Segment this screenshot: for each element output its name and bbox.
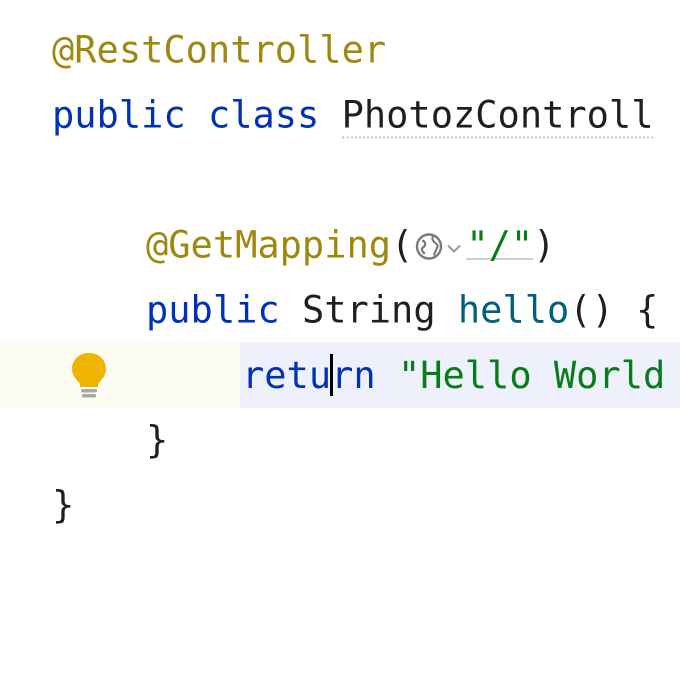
class-closing-brace: } bbox=[52, 483, 75, 527]
mapping-path-string: "/" bbox=[466, 223, 534, 267]
open-paren: ( bbox=[391, 223, 414, 267]
class-name[interactable]: PhotozControll bbox=[341, 93, 654, 139]
code-line-blank[interactable] bbox=[0, 147, 680, 213]
globe-icon bbox=[416, 233, 443, 260]
return-type: String bbox=[301, 288, 436, 332]
method-params-brace: () { bbox=[569, 288, 659, 332]
class-keyword: class bbox=[207, 93, 320, 137]
public-keyword: public bbox=[52, 93, 186, 137]
code-line-6-current[interactable]: return "Hello World bbox=[0, 342, 680, 408]
lightbulb-icon[interactable] bbox=[68, 350, 110, 400]
get-mapping-name: @GetMapping bbox=[146, 223, 392, 267]
close-paren: ) bbox=[533, 223, 556, 267]
method-name: hello bbox=[457, 288, 570, 332]
class-declaration: public class PhotozControll bbox=[52, 93, 654, 139]
code-line-2[interactable]: public class PhotozControll bbox=[0, 82, 680, 148]
chevron-down-icon bbox=[447, 244, 462, 253]
code-line-5[interactable]: public String hello() { bbox=[0, 277, 680, 343]
return-statement: return "Hello World bbox=[242, 354, 665, 396]
return-keyword-end: rn bbox=[331, 354, 376, 397]
code-editor[interactable]: @RestController public class PhotozContr… bbox=[0, 0, 680, 680]
code-line-8[interactable]: } bbox=[0, 472, 680, 538]
public-keyword: public bbox=[146, 288, 280, 332]
code-line-7[interactable]: } bbox=[0, 407, 680, 473]
method-closing-brace: } bbox=[146, 418, 169, 462]
endpoint-globe-control[interactable] bbox=[413, 224, 466, 267]
code-line-4[interactable]: @GetMapping( "/") bbox=[0, 212, 680, 278]
rest-controller-annotation: @RestController bbox=[52, 28, 387, 72]
get-mapping-annotation: @GetMapping("/") bbox=[146, 227, 555, 264]
method-declaration: public String hello() { bbox=[146, 292, 658, 329]
hello-world-string: "Hello World bbox=[397, 354, 666, 397]
code-line-1[interactable]: @RestController bbox=[0, 17, 680, 83]
return-keyword-start: retu bbox=[242, 354, 332, 397]
